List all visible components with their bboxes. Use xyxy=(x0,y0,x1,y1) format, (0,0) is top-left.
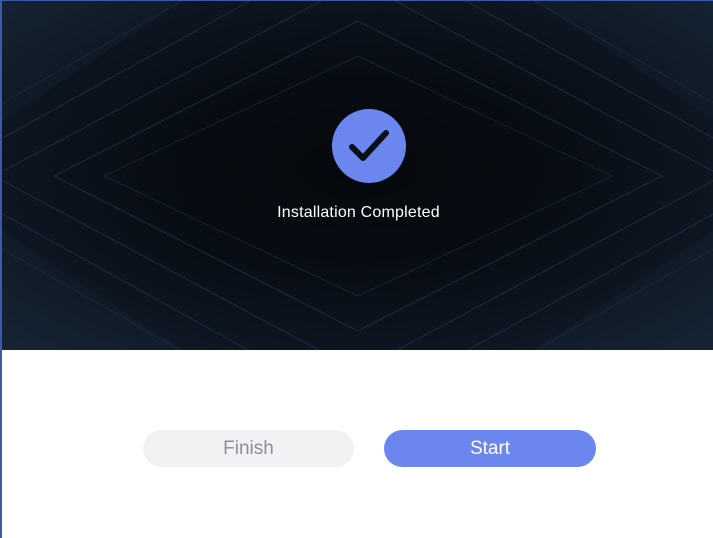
finish-button[interactable]: Finish xyxy=(143,430,354,467)
checkmark-icon xyxy=(332,109,406,183)
installer-window: Installation Completed Finish Start xyxy=(0,0,713,538)
status-message: Installation Completed xyxy=(277,204,440,221)
start-button[interactable]: Start xyxy=(384,430,596,467)
completion-banner: Installation Completed xyxy=(2,1,713,350)
